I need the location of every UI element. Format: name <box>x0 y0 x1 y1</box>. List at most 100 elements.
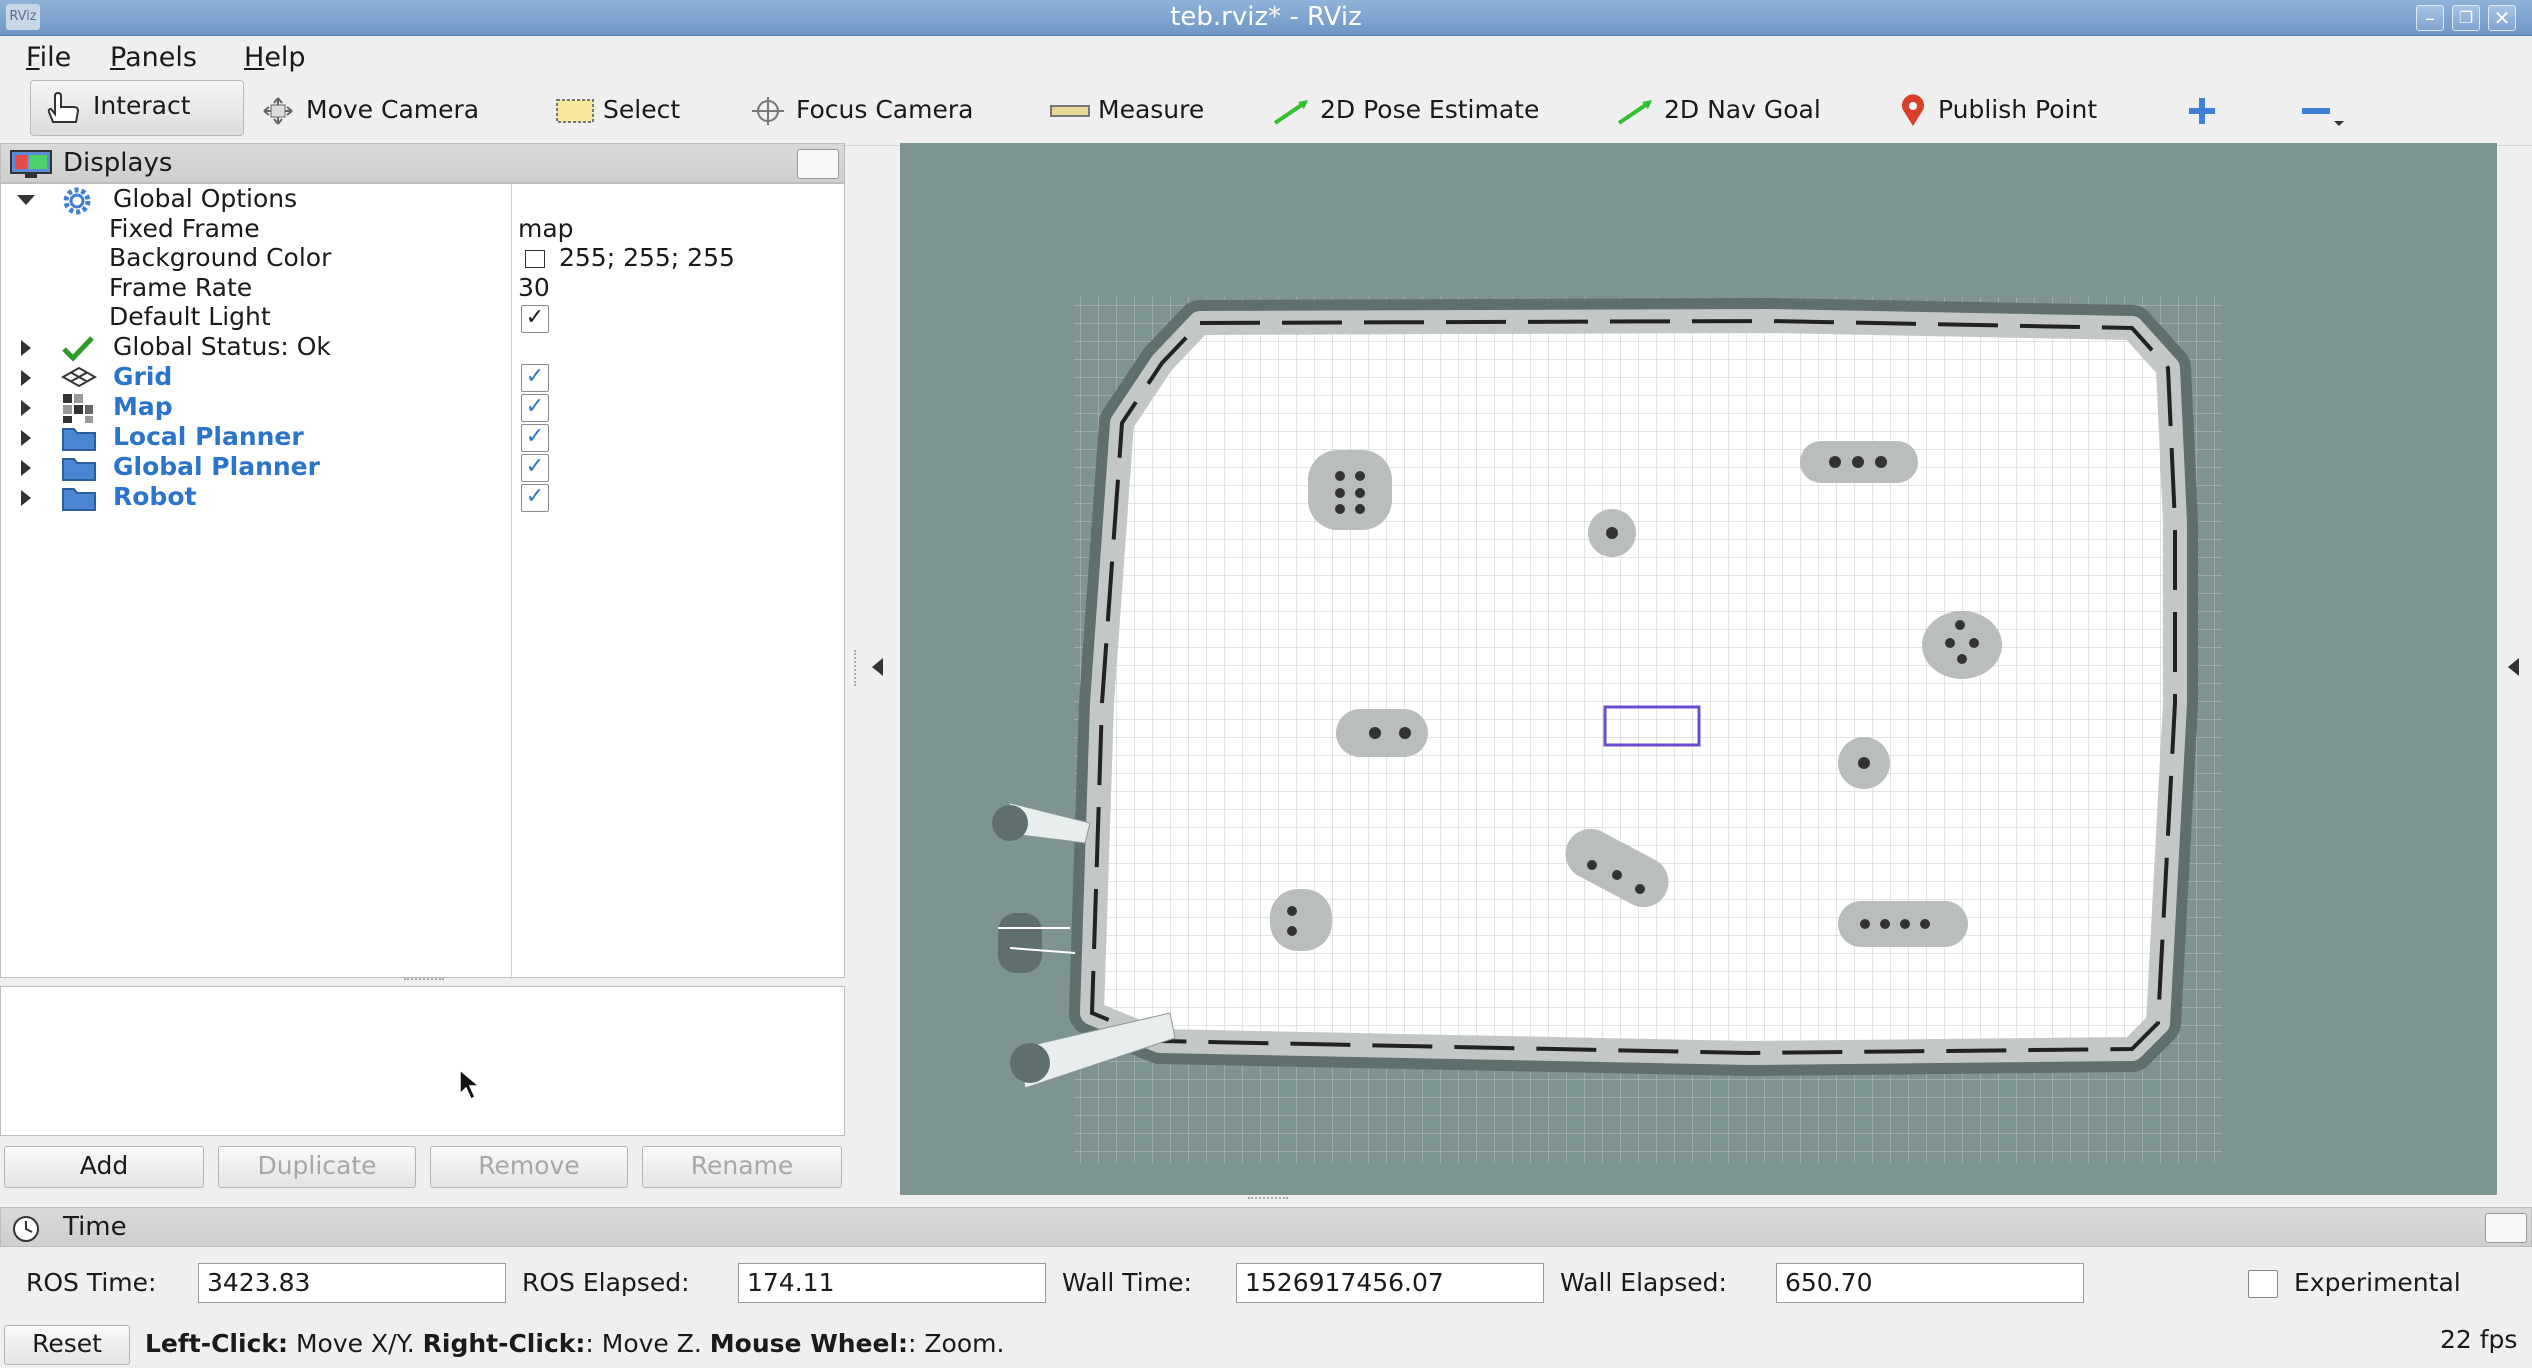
menu-help[interactable]: Help <box>244 36 306 80</box>
add-display-button[interactable]: Add <box>4 1146 204 1188</box>
global-options-label[interactable]: Global Options <box>113 184 297 214</box>
displays-float-button[interactable] <box>797 149 839 179</box>
add-tool-button[interactable] <box>2186 80 2226 140</box>
duplicate-display-button[interactable]: Duplicate <box>218 1146 416 1188</box>
grid-checkbox[interactable]: ✓ <box>521 364 549 392</box>
status-hint: Left-Click: Move X/Y. Right-Click:: Move… <box>145 1324 1004 1364</box>
minus-icon <box>2302 108 2344 126</box>
splitter-handle[interactable] <box>404 978 444 984</box>
window-title: teb.rviz* - RViz <box>1170 2 1362 32</box>
ros-elapsed-label: ROS Elapsed: <box>522 1268 690 1297</box>
left-splitter[interactable] <box>854 650 858 686</box>
robot-checkbox[interactable]: ✓ <box>521 484 549 512</box>
right-click-key: Right-Click: <box>422 1329 586 1358</box>
time-float-button[interactable] <box>2485 1213 2527 1243</box>
display-item-global-planner[interactable]: Global Planner <box>113 452 320 482</box>
move-camera-icon <box>263 97 293 125</box>
bottom-splitter[interactable] <box>1248 1197 1288 1203</box>
default-light-checkbox[interactable]: ✓ <box>521 305 549 333</box>
checkmark-icon <box>62 336 94 362</box>
tool-2d-pose-estimate[interactable]: 2D Pose Estimate <box>1272 80 1539 140</box>
monitor-icon <box>10 150 52 178</box>
tool-focus-camera[interactable]: Focus Camera <box>748 80 973 140</box>
frame-rate-value[interactable]: 30 <box>518 273 550 303</box>
frame-rate-label: Frame Rate <box>109 273 253 302</box>
tool-interact-label: Interact <box>93 91 191 120</box>
map-checkbox[interactable]: ✓ <box>521 394 549 422</box>
display-item-robot[interactable]: Robot <box>113 482 196 512</box>
tool-select[interactable]: Select <box>555 80 680 140</box>
fixed-frame-label: Fixed Frame <box>109 214 260 243</box>
right-click-desc: : Move Z. <box>585 1329 710 1358</box>
collapse-arrow-icon[interactable] <box>21 370 31 386</box>
remove-display-button[interactable]: Remove <box>430 1146 628 1188</box>
tool-move-camera-label: Move Camera <box>306 95 480 124</box>
displays-title: Displays <box>63 148 173 178</box>
displays-panel-header: Displays <box>0 143 845 183</box>
ros-time-label: ROS Time: <box>26 1268 157 1297</box>
map-pin-icon <box>1902 94 1924 126</box>
tool-measure-label: Measure <box>1098 95 1205 124</box>
remove-tool-button[interactable] <box>2300 80 2352 140</box>
maximize-button[interactable]: ❐ <box>2452 5 2480 31</box>
tree-column-divider <box>511 184 512 979</box>
collapse-arrow-icon[interactable] <box>21 400 31 416</box>
tool-measure[interactable]: Measure <box>1050 80 1204 140</box>
fps-counter: 22 fps <box>2440 1325 2518 1354</box>
menu-bar: File Panels Help <box>0 36 2532 80</box>
left-click-key: Left-Click: <box>145 1329 289 1358</box>
collapse-arrow-icon[interactable] <box>21 490 31 506</box>
clock-icon <box>13 1216 39 1242</box>
menu-panels[interactable]: Panels <box>110 36 197 80</box>
wall-elapsed-label: Wall Elapsed: <box>1560 1268 1727 1297</box>
background-color-label: Background Color <box>109 243 332 272</box>
local-planner-checkbox[interactable]: ✓ <box>521 424 549 452</box>
expand-arrow-icon[interactable] <box>17 195 35 205</box>
ros-elapsed-field[interactable]: 174.11 <box>738 1263 1046 1303</box>
collapse-arrow-icon[interactable] <box>21 430 31 446</box>
ros-time-field[interactable]: 3423.83 <box>198 1263 506 1303</box>
background-color-value[interactable]: 255; 255; 255 <box>559 243 735 273</box>
tool-focus-camera-label: Focus Camera <box>796 95 974 124</box>
map-icon <box>63 394 93 423</box>
mouse-wheel-desc: : Zoom. <box>908 1329 1005 1358</box>
gear-icon <box>63 187 91 215</box>
reset-button[interactable]: Reset <box>4 1325 130 1365</box>
3d-render-view[interactable] <box>900 143 2497 1195</box>
rename-display-button[interactable]: Rename <box>642 1146 842 1188</box>
wall-time-field[interactable]: 1526917456.07 <box>1236 1263 1544 1303</box>
global-status-label[interactable]: Global Status: Ok <box>113 332 331 362</box>
collapse-right-panel-icon[interactable] <box>2508 658 2519 676</box>
tool-move-camera[interactable]: Move Camera <box>258 80 479 140</box>
global-planner-checkbox[interactable]: ✓ <box>521 454 549 482</box>
display-item-local-planner[interactable]: Local Planner <box>113 422 304 452</box>
minimize-button[interactable]: – <box>2416 5 2444 31</box>
folder-icon <box>62 428 96 451</box>
ruler-icon <box>1050 105 1090 117</box>
map-render <box>992 297 2222 1163</box>
title-bar: RViz teb.rviz* - RViz – ❐ ✕ <box>0 0 2532 36</box>
mouse-cursor-icon <box>459 1068 482 1101</box>
display-item-map[interactable]: Map <box>113 392 173 422</box>
display-item-grid[interactable]: Grid <box>113 362 172 392</box>
close-button[interactable]: ✕ <box>2488 5 2516 31</box>
experimental-checkbox[interactable] <box>2248 1270 2278 1298</box>
wall-time-label: Wall Time: <box>1062 1268 1192 1297</box>
color-swatch[interactable] <box>525 250 545 268</box>
time-panel-title: Time <box>63 1212 127 1242</box>
tool-select-label: Select <box>603 95 681 124</box>
folder-icon <box>62 458 96 481</box>
collapse-left-panel-icon[interactable] <box>872 658 883 676</box>
mouse-wheel-key: Mouse Wheel: <box>709 1329 909 1358</box>
fixed-frame-value[interactable]: map <box>518 214 574 244</box>
tool-interact[interactable]: Interact <box>30 80 244 136</box>
free-space <box>1080 309 2187 1065</box>
menu-file[interactable]: File <box>26 36 71 80</box>
collapse-arrow-icon[interactable] <box>21 460 31 476</box>
tool-publish-point[interactable]: Publish Point <box>1896 80 2097 140</box>
wall-elapsed-field[interactable]: 650.70 <box>1776 1263 2084 1303</box>
time-panel-header: Time <box>0 1207 2532 1247</box>
collapse-arrow-icon[interactable] <box>21 340 31 356</box>
plus-icon <box>2189 98 2215 124</box>
tool-2d-nav-goal[interactable]: 2D Nav Goal <box>1616 80 1821 140</box>
